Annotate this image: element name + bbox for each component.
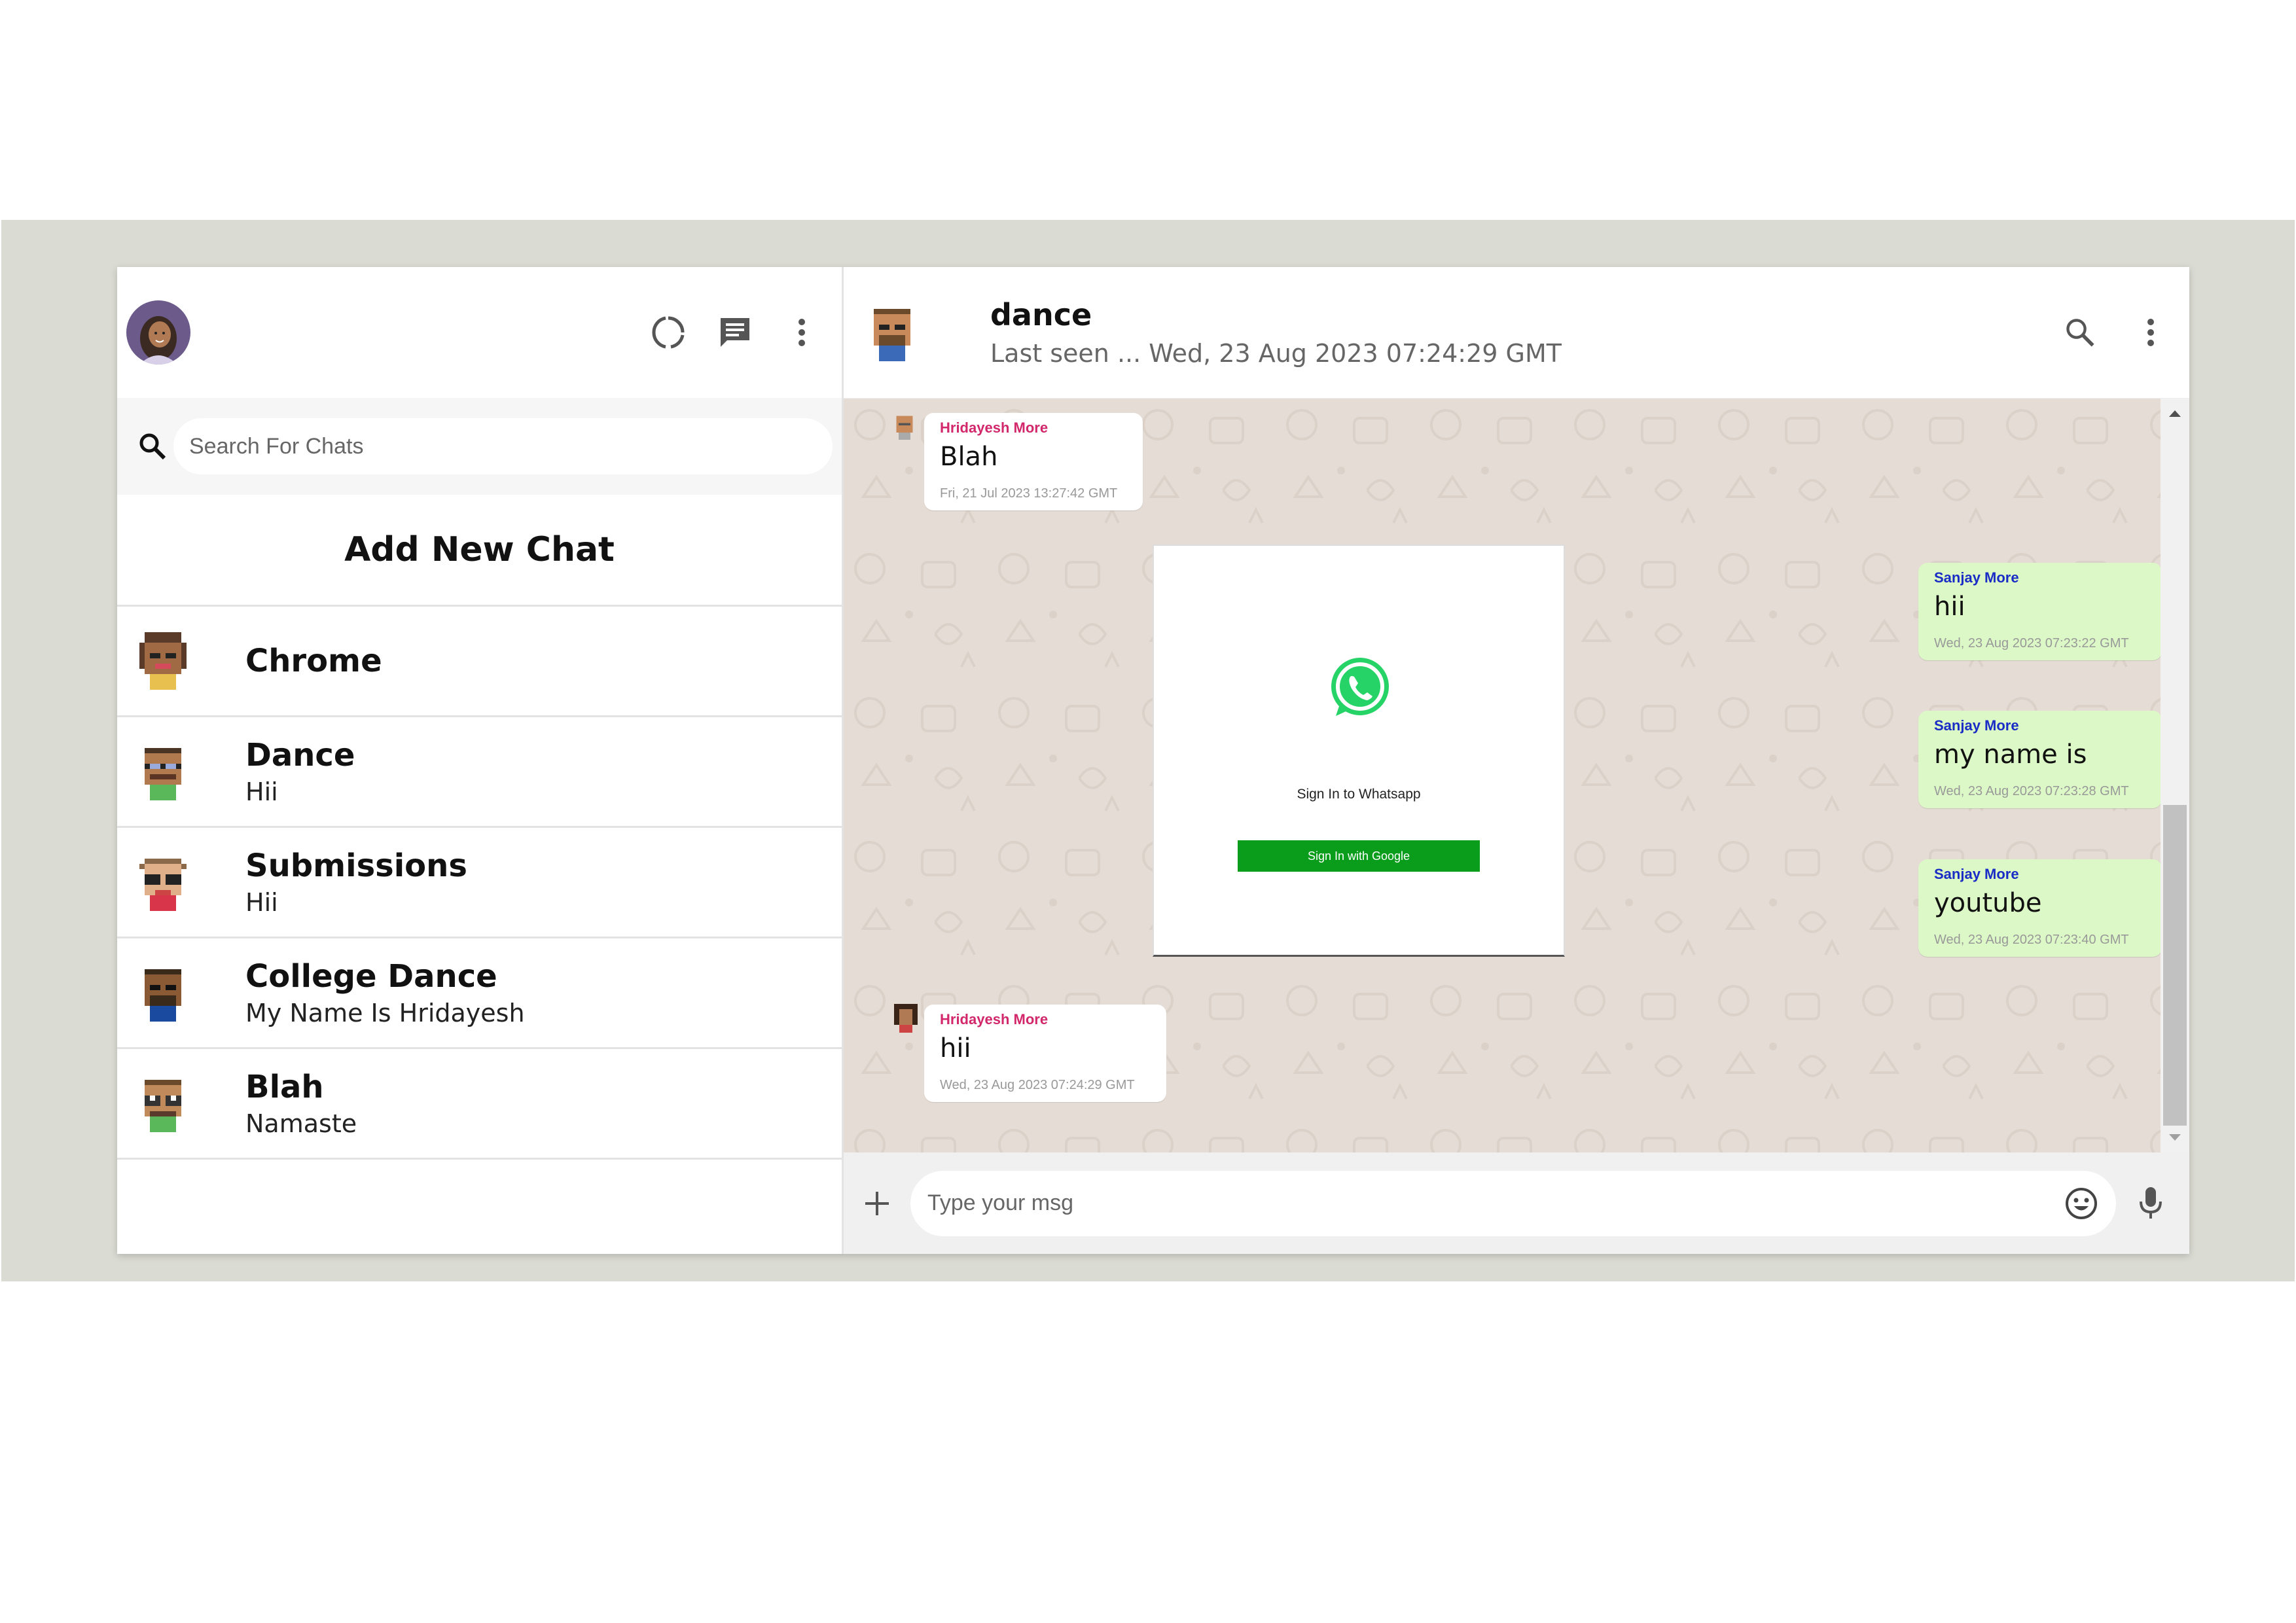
emoji-icon[interactable]	[2062, 1185, 2100, 1222]
chat-menu-icon[interactable]	[2132, 313, 2170, 351]
message-author: Hridayesh More	[940, 419, 1049, 436]
chat-list-item[interactable]: Blah Namaste	[117, 1049, 842, 1160]
search-icon	[134, 428, 171, 465]
chat-name: Submissions	[245, 847, 467, 884]
message-author: Sanjay More	[1934, 569, 2019, 586]
message-author: Sanjay More	[1934, 866, 2019, 882]
sidebar-search-bar	[117, 398, 842, 495]
chat-last-message: Hii	[245, 888, 278, 917]
search-input[interactable]	[188, 433, 818, 460]
chat-pane: dance Last seen ... Wed, 23 Aug 2023 07:…	[844, 267, 2189, 1254]
message-text: hii	[1934, 592, 1965, 622]
message-bubble: Sanjay More youtube Wed, 23 Aug 2023 07:…	[1918, 859, 2162, 957]
image-message[interactable]: Sign In to Whatsapp Sign In with Google	[1153, 544, 1565, 957]
message-text: youtube	[1934, 888, 2042, 918]
contact-avatar	[134, 853, 192, 911]
chat-scrollbar[interactable]	[2161, 399, 2189, 1152]
contact-avatar	[134, 1075, 192, 1132]
chat-last-message: Hii	[245, 777, 278, 806]
menu-icon[interactable]	[783, 313, 821, 351]
message-time: Wed, 23 Aug 2023 07:24:29 GMT	[940, 1078, 1135, 1092]
message-time: Wed, 23 Aug 2023 07:23:28 GMT	[1934, 784, 2129, 798]
message-text: hii	[940, 1033, 971, 1063]
message-bubble: Hridayesh More Blah Fri, 21 Jul 2023 13:…	[924, 413, 1143, 510]
chat-name: Chrome	[245, 643, 382, 679]
chat-last-message: My Name Is Hridayesh	[245, 999, 525, 1027]
attach-plus-icon[interactable]	[858, 1185, 896, 1222]
scroll-down-icon[interactable]	[2161, 1126, 2189, 1149]
message-bubble: Sanjay More hii Wed, 23 Aug 2023 07:23:2…	[1918, 563, 2162, 660]
chat-name: Blah	[245, 1069, 324, 1105]
message-author: Hridayesh More	[940, 1011, 1049, 1027]
scroll-thumb[interactable]	[2163, 805, 2187, 1126]
chat-name: Dance	[245, 737, 355, 774]
message-time: Wed, 23 Aug 2023 07:23:22 GMT	[1934, 636, 2129, 651]
contact-avatar	[134, 632, 192, 690]
message-time: Wed, 23 Aug 2023 07:23:40 GMT	[1934, 933, 2129, 947]
status-icon[interactable]	[649, 313, 687, 351]
chat-messages-area[interactable]: Hridayesh More Blah Fri, 21 Jul 2023 13:…	[844, 399, 2189, 1152]
chat-list-item[interactable]: College Dance My Name Is Hridayesh	[117, 938, 842, 1049]
sidebar: Add New Chat Chrome	[117, 267, 844, 1254]
chat-contact-avatar[interactable]	[863, 304, 921, 361]
message-avatar	[891, 1004, 924, 1037]
message-input[interactable]	[926, 1190, 2062, 1217]
message-text: my name is	[1934, 740, 2087, 770]
profile-avatar[interactable]	[126, 300, 190, 365]
new-chat-icon[interactable]	[716, 313, 754, 351]
search-box	[173, 418, 833, 474]
message-bubble: Sanjay More my name is Wed, 23 Aug 2023 …	[1918, 711, 2162, 808]
chat-last-message: Namaste	[245, 1109, 357, 1138]
contact-avatar	[134, 964, 192, 1022]
scroll-up-icon[interactable]	[2161, 402, 2189, 425]
chat-footer	[844, 1152, 2189, 1254]
contact-avatar	[134, 743, 192, 800]
chat-name: College Dance	[245, 958, 497, 995]
microphone-icon[interactable]	[2132, 1185, 2170, 1222]
app-window: Add New Chat Chrome	[117, 267, 2189, 1254]
sign-in-google-button: Sign In with Google	[1238, 840, 1480, 872]
chat-list-item[interactable]: Submissions Hii	[117, 828, 842, 938]
message-bubble: Hridayesh More hii Wed, 23 Aug 2023 07:2…	[924, 1005, 1166, 1102]
add-new-chat-button[interactable]: Add New Chat	[117, 495, 842, 607]
last-seen: Last seen ... Wed, 23 Aug 2023 07:24:29 …	[990, 339, 1562, 368]
chat-search-icon[interactable]	[2061, 313, 2099, 351]
message-author: Sanjay More	[1934, 717, 2019, 734]
chat-list-item[interactable]: Chrome	[117, 607, 842, 717]
message-avatar	[891, 414, 924, 446]
whatsapp-logo-icon	[1328, 656, 1392, 723]
chat-header: dance Last seen ... Wed, 23 Aug 2023 07:…	[844, 267, 2189, 399]
chat-header-info: dance Last seen ... Wed, 23 Aug 2023 07:…	[990, 297, 2061, 368]
message-input-box	[910, 1170, 2116, 1236]
chat-header-icons	[2061, 313, 2170, 351]
chat-title: dance	[990, 297, 1092, 332]
sidebar-header	[117, 267, 842, 398]
chat-list-item[interactable]: Dance Hii	[117, 717, 842, 828]
card-title: Sign In to Whatsapp	[1297, 787, 1421, 802]
message-text: Blah	[940, 442, 998, 472]
sidebar-header-icons	[649, 313, 821, 351]
message-time: Fri, 21 Jul 2023 13:27:42 GMT	[940, 486, 1118, 501]
